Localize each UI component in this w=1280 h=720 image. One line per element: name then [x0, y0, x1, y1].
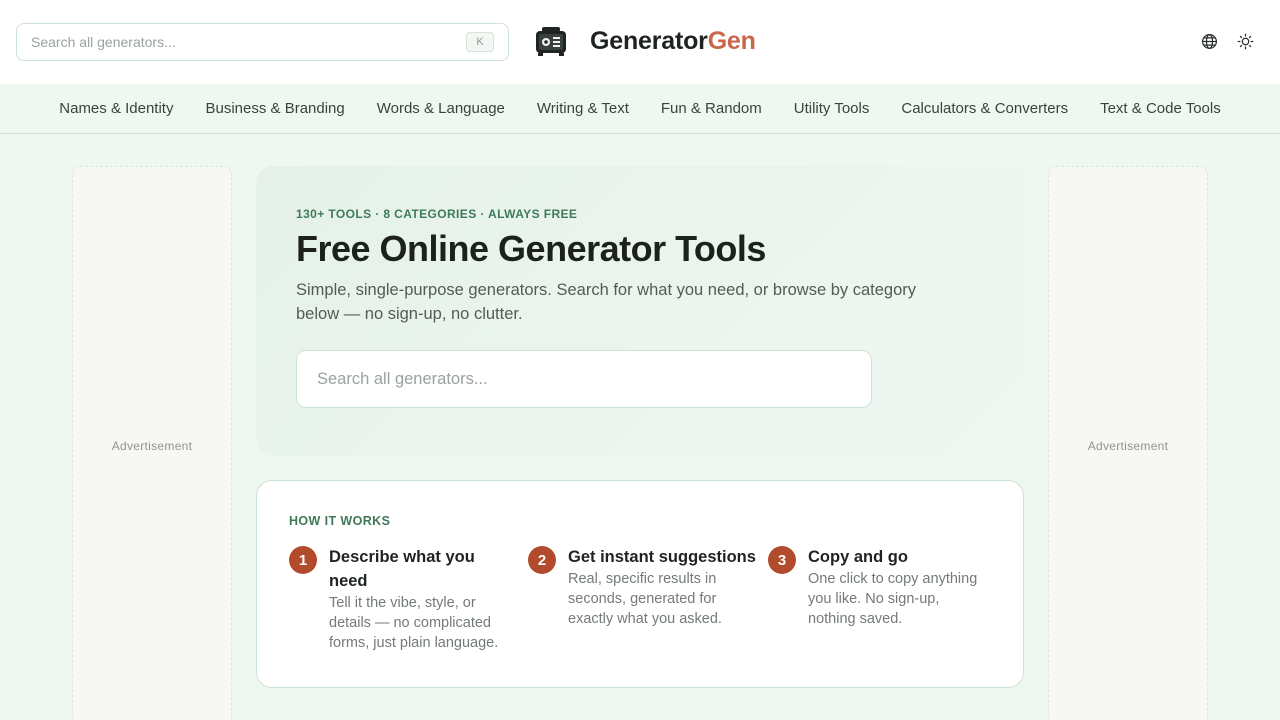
nav-item-fun-random[interactable]: Fun & Random	[661, 100, 762, 117]
step-description: Real, specific results in seconds, gener…	[568, 571, 722, 627]
top-header: K GeneratorGen	[0, 0, 1280, 84]
brand-name-part1: Generator	[590, 26, 708, 55]
how-it-works-card: HOW IT WORKS 1 Describe what you need Te…	[256, 480, 1024, 688]
step-number-badge: 1	[289, 546, 317, 574]
sun-icon[interactable]	[1237, 33, 1254, 50]
step-number-badge: 2	[528, 546, 556, 574]
globe-icon[interactable]	[1201, 33, 1218, 50]
ad-label-left: Advertisement	[111, 439, 193, 453]
nav-item-calculators-converters[interactable]: Calculators & Converters	[901, 100, 1068, 117]
ad-label-right: Advertisement	[1087, 439, 1169, 453]
header-search-box[interactable]: K	[16, 23, 509, 61]
step-number-badge: 3	[768, 546, 796, 574]
hero-search-input[interactable]	[317, 369, 851, 389]
nav-item-writing-text[interactable]: Writing & Text	[537, 100, 629, 117]
step-2: 2 Get instant suggestions Real, specific…	[528, 545, 763, 629]
how-it-works-heading: HOW IT WORKS	[289, 514, 391, 528]
category-nav: Names & Identity Business & Branding Wor…	[0, 84, 1280, 134]
step-title: Get instant suggestions	[568, 548, 756, 566]
brand-name: GeneratorGen	[590, 27, 756, 56]
nav-item-names-identity[interactable]: Names & Identity	[59, 100, 173, 117]
hero-subtitle: Simple, single-purpose generators. Searc…	[296, 281, 916, 323]
generator-logo-icon	[536, 27, 566, 56]
step-title: Describe what you need	[329, 548, 475, 590]
brand-name-part2: Gen	[707, 26, 756, 55]
keyboard-shortcut-badge: K	[466, 32, 494, 52]
step-description: Tell it the vibe, style, or details — no…	[329, 595, 499, 651]
step-1: 1 Describe what you need Tell it the vib…	[289, 545, 504, 653]
nav-item-text-code-tools[interactable]: Text & Code Tools	[1100, 100, 1221, 117]
brand-logo-link[interactable]: GeneratorGen	[534, 24, 756, 58]
step-title: Copy and go	[808, 548, 908, 566]
nav-item-words-language[interactable]: Words & Language	[377, 100, 505, 117]
step-3: 3 Copy and go One click to copy anything…	[768, 545, 983, 629]
ad-slot-left: Advertisement	[72, 166, 232, 720]
hero-section: 130+ TOOLS · 8 CATEGORIES · ALWAYS FREE …	[256, 166, 1024, 456]
page-title: Free Online Generator Tools	[296, 228, 766, 269]
nav-item-business-branding[interactable]: Business & Branding	[205, 100, 344, 117]
nav-item-utility-tools[interactable]: Utility Tools	[794, 100, 870, 117]
hero-eyebrow: 130+ TOOLS · 8 CATEGORIES · ALWAYS FREE	[296, 207, 578, 221]
ad-slot-right: Advertisement	[1048, 166, 1208, 720]
hero-search-box[interactable]	[296, 350, 872, 408]
step-description: One click to copy anything you like. No …	[808, 571, 978, 627]
header-search-input[interactable]	[31, 34, 466, 50]
